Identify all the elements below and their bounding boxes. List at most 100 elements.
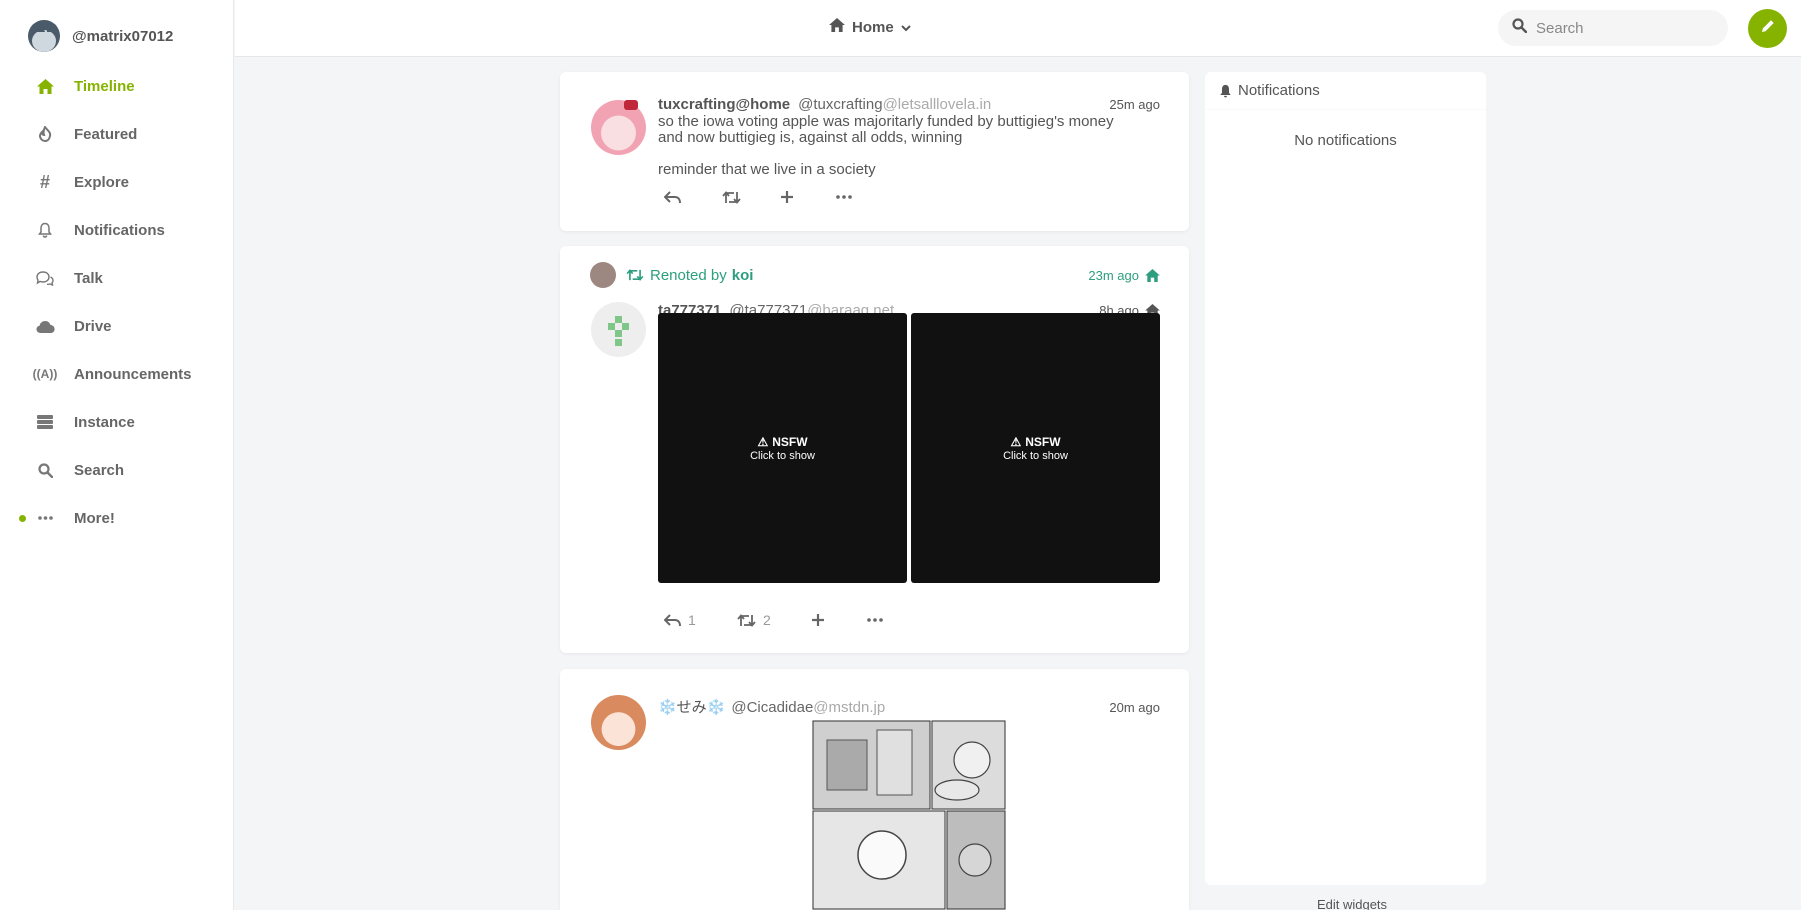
account-username: @matrix07012 xyxy=(72,27,174,45)
user-acct[interactable]: @Cicadidae xyxy=(731,699,813,716)
sidebar-item-notifications[interactable]: Notifications xyxy=(0,206,233,254)
home-icon xyxy=(1145,268,1160,282)
edit-widgets-link[interactable]: Edit widgets xyxy=(1217,897,1487,910)
sidebar-item-label: Drive xyxy=(74,317,112,335)
warning-icon: ⚠ xyxy=(1010,434,1022,449)
nsfw-sub: Click to show xyxy=(1003,449,1068,462)
home-icon xyxy=(829,18,845,36)
user-host[interactable]: @letsalllovela.in xyxy=(883,96,992,113)
bell-icon xyxy=(1220,84,1231,97)
reaction-button[interactable] xyxy=(811,613,867,627)
sidebar-item-label: More! xyxy=(74,509,115,527)
search-input[interactable] xyxy=(1536,19,1716,37)
sidebar-item-label: Announcements xyxy=(74,365,192,383)
sidebar-item-label: Instance xyxy=(74,413,135,431)
note-header: tuxcrafting@home @tuxcrafting @letsalllov… xyxy=(658,96,1160,113)
ellipsis-icon xyxy=(34,507,56,529)
user-name[interactable]: tuxcrafting@home xyxy=(658,96,790,113)
ellipsis-icon xyxy=(836,195,852,199)
avatar[interactable] xyxy=(590,262,616,288)
renote-count: 2 xyxy=(763,612,771,628)
note-text-line: and now buttigieg is, against all odds, … xyxy=(658,129,963,146)
avatar[interactable] xyxy=(591,302,646,357)
reply-count: 1 xyxy=(688,612,696,628)
warning-icon: ⚠ xyxy=(757,434,769,449)
search-icon xyxy=(34,459,56,481)
renote-time[interactable]: 23m ago xyxy=(1088,268,1160,283)
retweet-icon xyxy=(626,269,644,281)
comments-icon xyxy=(34,267,56,289)
retweet-icon xyxy=(737,613,756,627)
manga-panels xyxy=(812,720,1006,910)
sidebar-item-more[interactable]: More! xyxy=(0,494,233,542)
account-switcher[interactable]: @matrix07012 xyxy=(28,20,173,52)
sidebar-item-featured[interactable]: Featured xyxy=(0,110,233,158)
pencil-icon xyxy=(1760,18,1776,39)
bow-decoration xyxy=(624,100,638,110)
reply-button[interactable]: 1 xyxy=(664,612,737,628)
widget-title: Notifications xyxy=(1238,82,1320,99)
widget-header: Notifications xyxy=(1205,72,1486,110)
search-icon xyxy=(1512,18,1528,38)
sidebar-item-drive[interactable]: Drive xyxy=(0,302,233,350)
reply-icon xyxy=(664,613,681,626)
plus-icon xyxy=(812,614,824,626)
avatar[interactable] xyxy=(28,20,60,52)
nsfw-media-2[interactable]: ⚠ NSFW Click to show xyxy=(911,313,1160,583)
fire-icon xyxy=(34,123,56,145)
chevron-down-icon xyxy=(900,19,911,36)
renoter-name[interactable]: koi xyxy=(732,267,754,284)
user-acct[interactable]: @tuxcrafting xyxy=(798,96,882,113)
sidebar-item-label: Featured xyxy=(74,125,138,143)
nsfw-sub: Click to show xyxy=(750,449,815,462)
more-button[interactable] xyxy=(836,195,852,199)
manga-image[interactable] xyxy=(812,720,1006,910)
reply-icon xyxy=(664,190,681,203)
note-text-line: reminder that we live in a society xyxy=(658,161,876,178)
nsfw-label: ⚠ NSFW xyxy=(757,435,807,449)
note-text: so the iowa voting apple was majoritarly… xyxy=(658,114,1114,178)
renote-label: Renoted by xyxy=(650,266,727,284)
sidebar-item-search[interactable]: Search xyxy=(0,446,233,494)
ellipsis-icon xyxy=(867,618,883,622)
server-icon xyxy=(34,411,56,433)
sidebar-item-label: Search xyxy=(74,461,125,479)
more-button[interactable] xyxy=(867,618,883,622)
user-host[interactable]: @mstdn.jp xyxy=(813,699,885,716)
nsfw-label: ⚠ NSFW xyxy=(1010,435,1060,449)
nsfw-media-1[interactable]: ⚠ NSFW Click to show xyxy=(658,313,907,583)
note-card: Renoted by koi 23m ago ta777371 @ta77737… xyxy=(560,246,1189,653)
timeline-selector[interactable]: Home xyxy=(829,18,911,36)
note-header: ❄️せみ❄️ @Cicadidae @mstdn.jp 20m ago xyxy=(658,696,1160,717)
sidebar-item-instance[interactable]: Instance xyxy=(0,398,233,446)
sidebar-item-announcements[interactable]: ((A)) Announcements xyxy=(0,350,233,398)
nsfw-text: NSFW xyxy=(772,434,808,449)
sidebar-item-timeline[interactable]: Timeline xyxy=(0,62,233,110)
hash-icon: # xyxy=(39,171,50,192)
home-icon xyxy=(34,75,56,97)
sidebar-item-label: Explore xyxy=(74,173,130,191)
nsfw-text: NSFW xyxy=(1025,434,1061,449)
user-name[interactable]: ❄️せみ❄️ xyxy=(658,696,725,717)
renote-button[interactable]: 2 xyxy=(737,612,811,628)
sidebar-item-explore[interactable]: # Explore xyxy=(0,158,233,206)
note-actions: 1 2 xyxy=(664,612,883,628)
reaction-button[interactable] xyxy=(780,190,836,204)
sidebar-nav: Timeline Featured # Explore Notification… xyxy=(0,62,233,542)
top-header: Home xyxy=(235,0,1801,57)
reply-button[interactable] xyxy=(664,190,722,204)
bell-icon xyxy=(34,219,56,241)
renote-time-text: 23m ago xyxy=(1088,267,1139,283)
sidebar-item-talk[interactable]: Talk xyxy=(0,254,233,302)
unread-indicator xyxy=(19,515,26,522)
broadcast-icon: ((A)) xyxy=(32,367,58,381)
page-title: Home xyxy=(852,18,894,36)
compose-button[interactable] xyxy=(1748,9,1787,48)
avatar[interactable] xyxy=(591,695,646,750)
plus-icon xyxy=(781,191,793,203)
avatar[interactable] xyxy=(591,100,646,155)
search-box[interactable] xyxy=(1498,10,1728,46)
renote-button[interactable] xyxy=(722,190,780,204)
note-time[interactable]: 25m ago xyxy=(1109,97,1160,112)
note-time[interactable]: 20m ago xyxy=(1109,700,1160,715)
